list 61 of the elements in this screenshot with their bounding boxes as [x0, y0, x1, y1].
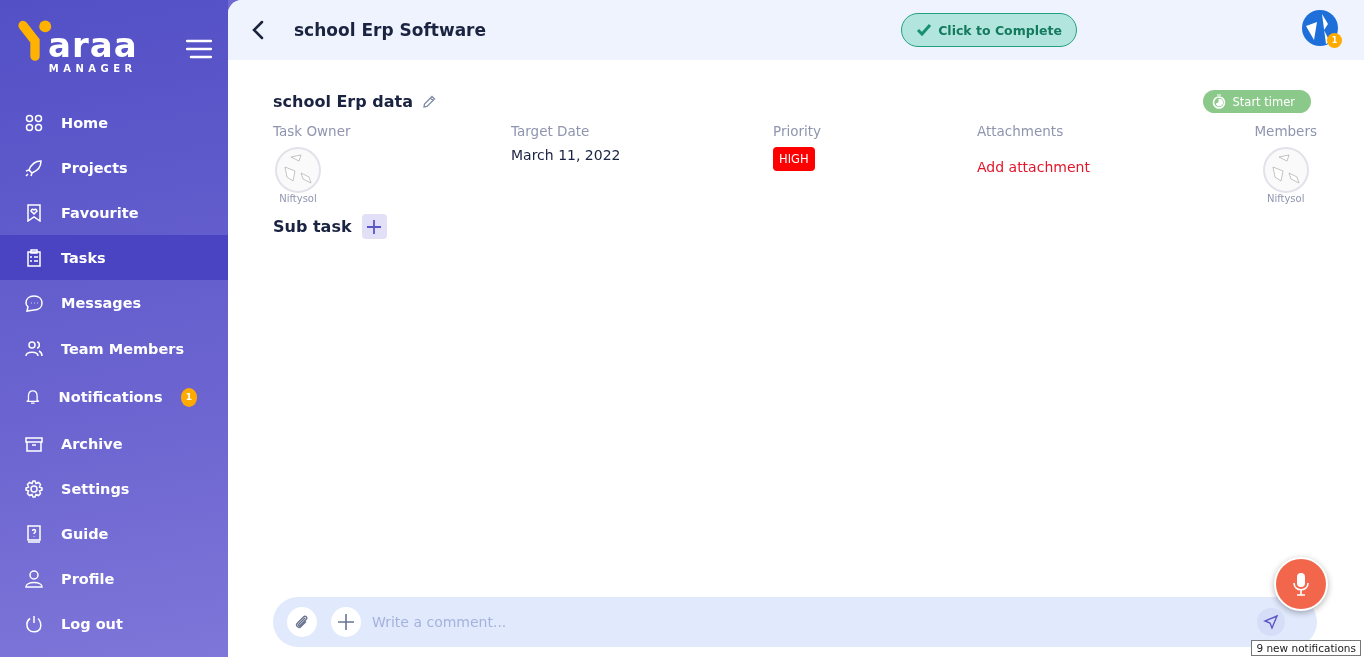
project-title: school Erp Software [294, 20, 487, 40]
plus-icon [367, 219, 382, 234]
paperclip-icon [294, 614, 310, 630]
subtask-heading: Sub task [273, 217, 352, 236]
field-label: Target Date [511, 123, 591, 139]
person-name: Niftysol [279, 193, 317, 204]
favourite-icon [25, 203, 43, 222]
add-subtask-button[interactable] [361, 214, 387, 239]
nav-item[interactable]: Profile [0, 556, 228, 601]
avatar-icon[interactable] [1302, 10, 1338, 46]
count-badge: 1 [180, 387, 197, 407]
menu-icon[interactable] [186, 39, 212, 59]
team-icon [25, 340, 43, 358]
logout-icon [25, 614, 43, 633]
nav-item[interactable]: Log out [0, 601, 228, 646]
brand-tagline: MANAGER [48, 63, 137, 74]
tasks-icon [25, 248, 43, 267]
comment-input[interactable]: Write a comment... [370, 613, 1243, 631]
nav-item[interactable]: Projects [0, 145, 228, 190]
nav-item[interactable]: Archive [0, 421, 228, 466]
nav-item[interactable]: Settings [0, 466, 228, 511]
nav-item[interactable]: Home [0, 100, 228, 145]
avatar-icon [1262, 147, 1309, 193]
messages-icon [25, 293, 43, 312]
field-label: Members [1254, 123, 1317, 139]
plus-icon [338, 614, 354, 630]
microphone-icon [1293, 572, 1309, 596]
nav-item[interactable]: Messages [0, 280, 228, 325]
nav-item[interactable]: Guide [0, 511, 228, 556]
nav-item[interactable]: Tasks [0, 235, 228, 280]
task-title: school Erp data [273, 92, 413, 111]
home-icon [25, 113, 43, 132]
brand-name: araa [48, 28, 138, 62]
tooltip: 9 new notifications [1251, 640, 1361, 656]
priority-badge: HIGH [773, 147, 815, 171]
check-icon [916, 23, 933, 37]
pencil-icon[interactable] [422, 94, 436, 109]
nav-item[interactable]: Favourite [0, 190, 228, 235]
stopwatch-icon [1211, 94, 1226, 109]
notifications-icon [25, 388, 41, 406]
add-button[interactable] [331, 607, 361, 637]
field-label: Task Owner [273, 123, 352, 139]
field-label: Attachments [977, 123, 1065, 139]
field-label: Priority [773, 123, 823, 139]
microphone-button[interactable] [1274, 557, 1328, 611]
attach-button[interactable] [287, 607, 317, 637]
send-icon[interactable] [1257, 608, 1285, 636]
count-badge: 1 [1327, 33, 1342, 48]
nav-item[interactable]: Notifications 1 [0, 373, 228, 421]
nav-item[interactable]: Team Members [0, 325, 228, 373]
projects-icon [25, 158, 43, 177]
target-date: March 11, 2022 [511, 147, 622, 163]
settings-icon [25, 479, 43, 498]
add-attachment-link[interactable]: Add attachment [977, 159, 1255, 175]
archive-icon [25, 434, 43, 453]
back-icon[interactable] [252, 20, 264, 40]
person-name: Niftysol [1266, 193, 1305, 204]
guide-icon [25, 524, 43, 543]
complete-button[interactable]: Click to Complete [901, 13, 1077, 47]
avatar-icon [275, 147, 321, 193]
profile-icon [25, 569, 43, 588]
